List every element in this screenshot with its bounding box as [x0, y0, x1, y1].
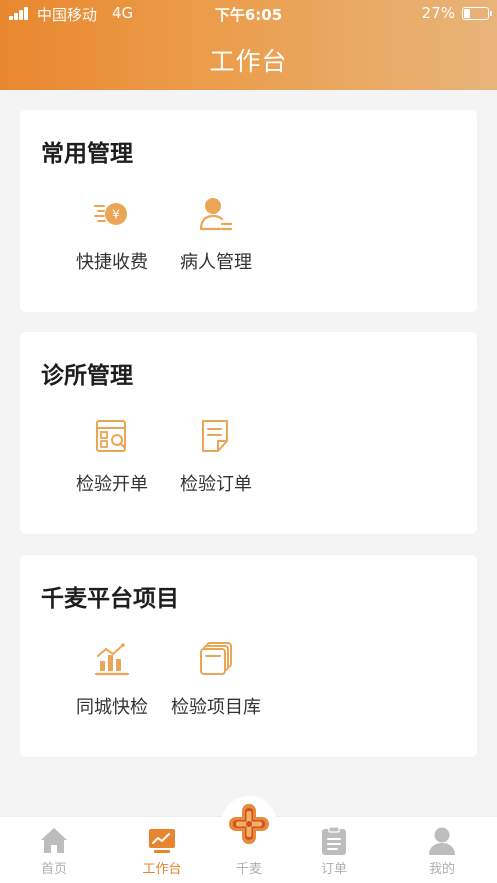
patient-management-label: 病人管理: [180, 252, 252, 273]
status-bar: 中国移动 4G 下午6:05 27%: [0, 0, 497, 28]
clipboard-icon: [320, 826, 348, 856]
tab-mine[interactable]: 我的: [402, 817, 482, 883]
header: 中国移动 4G 下午6:05 27% 工作台: [0, 0, 497, 90]
quick-charge-icon: ¥: [94, 196, 130, 232]
test-project-library-label: 检验项目库: [171, 697, 261, 718]
section-title: 千麦平台项目: [41, 586, 179, 612]
page-title: 工作台: [209, 47, 288, 76]
patient-icon: [198, 196, 234, 232]
tab-mine-label: 我的: [428, 862, 455, 877]
section-title: 诊所管理: [41, 363, 133, 389]
test-orders-button[interactable]: 检验订单: [161, 418, 271, 498]
qianmai-logo-icon: [229, 804, 269, 844]
section-clinic-management: 诊所管理 检验开单 检验订单: [20, 332, 477, 534]
battery-fill: [464, 9, 470, 18]
tab-home-label: 首页: [40, 862, 67, 877]
home-icon: [40, 826, 68, 856]
qianmai-logo-button[interactable]: [221, 796, 277, 852]
test-orders-label: 检验订单: [180, 474, 252, 495]
test-order-icon: [94, 418, 130, 454]
tab-workbench[interactable]: 工作台: [122, 817, 202, 883]
order-document-icon: [198, 418, 234, 454]
bar-chart-icon: [94, 641, 130, 677]
user-icon: [428, 826, 456, 856]
tab-home[interactable]: 首页: [14, 817, 94, 883]
section-title: 常用管理: [41, 141, 133, 167]
test-project-library-button[interactable]: 检验项目库: [161, 641, 271, 721]
workbench-icon: [148, 826, 176, 856]
tab-workbench-label: 工作台: [142, 862, 182, 877]
section-qianmai-platform: 千麦平台项目 同城快检 检验项目库: [20, 555, 477, 757]
svg-text:¥: ¥: [112, 208, 120, 222]
project-library-icon: [198, 641, 234, 677]
battery-icon: [462, 7, 492, 20]
battery-percentage: 27%: [421, 4, 455, 22]
tab-orders[interactable]: 订单: [294, 817, 374, 883]
patient-management-button[interactable]: 病人管理: [161, 196, 271, 276]
tab-orders-label: 订单: [320, 862, 347, 877]
tab-qianmai-label: 千麦: [235, 862, 262, 877]
section-common-management: 常用管理 ¥ 快捷收费 病人管理: [20, 110, 477, 312]
